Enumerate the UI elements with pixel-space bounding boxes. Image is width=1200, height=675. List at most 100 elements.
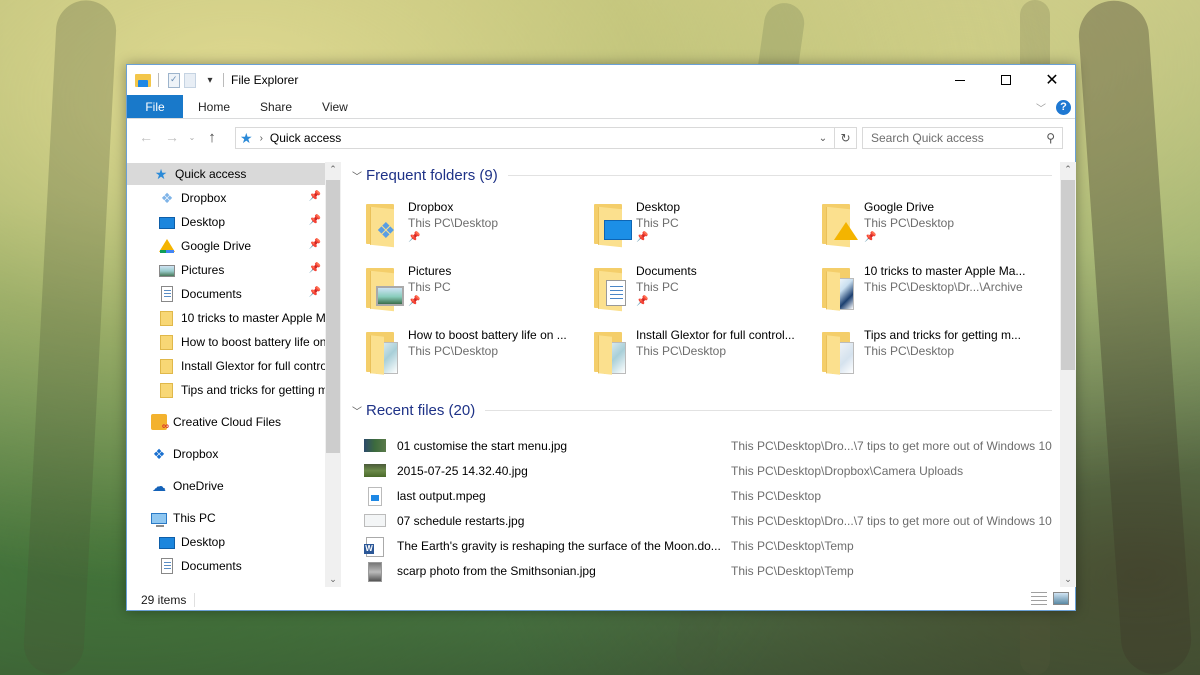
folder-tile-dropbox[interactable]: ❖ Dropbox This PC\Desktop 📌: [358, 200, 586, 256]
file-path: This PC\Desktop\Dropbox\Camera Uploads: [731, 464, 964, 478]
nav-item-documents[interactable]: Documents 📌: [127, 283, 325, 305]
wallpaper-tree: [22, 0, 118, 675]
nav-item-desktop[interactable]: Desktop: [127, 531, 325, 553]
recent-file-row[interactable]: 2015-07-25 14.32.40.jpg This PC\Desktop\…: [362, 459, 1052, 484]
toolbar-separator: [158, 73, 159, 87]
recent-file-row[interactable]: The Earth's gravity is reshaping the sur…: [362, 534, 1052, 559]
new-folder-icon[interactable]: [184, 72, 196, 88]
file-path: This PC\Desktop\Dro...\7 tips to get mor…: [731, 439, 1052, 453]
nav-item-documents[interactable]: Documents: [127, 555, 325, 577]
folder-tile-desktop[interactable]: Desktop This PC 📌: [586, 200, 814, 256]
refresh-button[interactable]: ↻: [834, 128, 856, 148]
recent-locations-button[interactable]: ⌄: [185, 133, 199, 142]
folder-tile-google-drive[interactable]: Google Drive This PC\Desktop 📌: [814, 200, 1042, 256]
pictures-icon: [159, 265, 175, 277]
recent-file-row[interactable]: 07 schedule restarts.jpg This PC\Desktop…: [362, 509, 1052, 534]
scroll-up-arrow-icon[interactable]: ⌃: [325, 164, 341, 175]
file-path: This PC\Desktop\Temp: [731, 564, 854, 578]
breadcrumb-quick-access[interactable]: Quick access: [270, 131, 341, 145]
forward-button[interactable]: →: [159, 129, 185, 145]
nav-item-label: Google Drive: [181, 239, 252, 253]
collapse-chevron-icon[interactable]: ﹀: [352, 403, 366, 418]
folder-name: How to boost battery life on ...: [408, 328, 567, 342]
nav-item-label: Desktop: [181, 535, 226, 549]
nav-item-label: Documents: [181, 559, 242, 573]
nav-item-folder[interactable]: Tips and tricks for getting m: [127, 379, 325, 401]
dropbox-icon: ❖: [160, 190, 174, 206]
scrollbar-thumb[interactable]: [326, 180, 340, 453]
folder-tile-documents[interactable]: Documents This PC 📌: [586, 264, 814, 320]
tab-file[interactable]: File: [127, 95, 183, 118]
folder-path: This PC\Desktop\Dr...\Archive: [864, 280, 1023, 294]
folder-path: This PC\Desktop: [864, 216, 955, 230]
search-box[interactable]: ⚲: [862, 127, 1063, 149]
nav-item-label: Pictures: [181, 263, 225, 277]
tab-home[interactable]: Home: [183, 95, 245, 118]
recent-file-row[interactable]: scarp photo from the Smithsonian.jpg Thi…: [362, 559, 1052, 584]
address-bar[interactable]: ★ › Quick access ⌄ ↻: [235, 127, 857, 149]
address-dropdown-button[interactable]: ⌄: [814, 128, 832, 148]
image-file-icon: [364, 439, 386, 452]
scroll-down-arrow-icon[interactable]: ⌄: [1060, 574, 1076, 585]
breadcrumb-separator[interactable]: ›: [260, 133, 263, 144]
search-input[interactable]: [871, 131, 1041, 145]
details-view-icon[interactable]: [1031, 592, 1047, 606]
nav-item-this-pc[interactable]: This PC: [127, 507, 325, 529]
close-button[interactable]: ✕: [1029, 65, 1075, 95]
tab-view[interactable]: View: [307, 95, 363, 118]
content-pane-scrollbar[interactable]: ⌃ ⌄: [1060, 162, 1076, 587]
nav-item-folder[interactable]: Install Glextor for full control: [127, 355, 325, 377]
recent-files-header[interactable]: ﹀ Recent files (20): [352, 402, 1052, 419]
maximize-button[interactable]: [983, 65, 1029, 95]
expand-ribbon-chevron-icon[interactable]: ﹀: [1036, 100, 1046, 115]
scroll-down-arrow-icon[interactable]: ⌄: [325, 574, 341, 585]
customize-toolbar-dropdown[interactable]: ▾: [204, 75, 216, 86]
dropbox-icon: ❖: [152, 446, 166, 462]
folder-tile-boost-battery[interactable]: How to boost battery life on ... This PC…: [358, 328, 586, 384]
nav-item-label: Dropbox: [173, 447, 219, 461]
minimize-button[interactable]: [937, 65, 983, 95]
back-button[interactable]: ←: [133, 129, 159, 145]
search-icon[interactable]: ⚲: [1046, 131, 1055, 145]
scroll-up-arrow-icon[interactable]: ⌃: [1060, 164, 1076, 175]
folder-path: This PC\Desktop: [408, 216, 499, 230]
up-button[interactable]: ↑: [199, 129, 225, 146]
nav-item-label: This PC: [173, 511, 216, 525]
folder-name: Install Glextor for full control...: [636, 328, 795, 342]
folder-tile-tips-and-tricks[interactable]: Tips and tricks for getting m... This PC…: [814, 328, 1042, 384]
recent-file-row[interactable]: last output.mpeg This PC\Desktop: [362, 484, 1052, 509]
tab-share[interactable]: Share: [245, 95, 307, 118]
nav-item-label: Quick access: [175, 167, 247, 181]
frequent-folders-header[interactable]: ﹀ Frequent folders (9): [352, 167, 1052, 184]
nav-item-onedrive[interactable]: ☁ OneDrive: [127, 475, 325, 497]
nav-item-label: Install Glextor for full control: [181, 359, 325, 373]
pin-icon: 📌: [408, 296, 421, 307]
folder-thumbnail-icon: [594, 332, 626, 375]
folder-name: Google Drive: [864, 200, 935, 214]
image-file-icon: [364, 464, 386, 477]
nav-item-creative-cloud-files[interactable]: Creative Cloud Files: [127, 411, 325, 433]
help-icon[interactable]: ?: [1056, 99, 1071, 115]
nav-item-desktop-pinned[interactable]: Desktop 📌: [127, 211, 325, 233]
navigation-pane-scrollbar[interactable]: ⌃ ⌄: [325, 162, 341, 587]
nav-item-pictures[interactable]: Pictures 📌: [127, 259, 325, 281]
dropbox-folder-icon: ❖: [366, 204, 396, 248]
desktop-icon: [159, 217, 175, 229]
nav-item-quick-access[interactable]: ★ Quick access: [127, 163, 325, 185]
folder-tile-10-tricks[interactable]: 10 tricks to master Apple Ma... This PC\…: [814, 264, 1042, 320]
collapse-chevron-icon[interactable]: ﹀: [352, 168, 366, 183]
nav-item-folder[interactable]: How to boost battery life on: [127, 331, 325, 353]
large-icons-view-icon[interactable]: [1053, 592, 1069, 605]
recent-file-row[interactable]: 01 customise the start menu.jpg This PC\…: [362, 434, 1052, 459]
properties-icon[interactable]: [168, 72, 180, 88]
image-file-icon: [368, 562, 382, 582]
nav-item-dropbox[interactable]: ❖ Dropbox: [127, 443, 325, 465]
nav-item-google-drive[interactable]: Google Drive 📌: [127, 235, 325, 257]
scrollbar-thumb[interactable]: [1061, 180, 1075, 370]
wallpaper-tree: [1076, 0, 1194, 675]
folder-tile-install-glextor[interactable]: Install Glextor for full control... This…: [586, 328, 814, 384]
folder-path: This PC\Desktop: [408, 344, 499, 358]
nav-item-dropbox-pinned[interactable]: ❖ Dropbox 📌: [127, 187, 325, 209]
folder-tile-pictures[interactable]: Pictures This PC 📌: [358, 264, 586, 320]
nav-item-folder[interactable]: 10 tricks to master Apple Ma: [127, 307, 325, 329]
